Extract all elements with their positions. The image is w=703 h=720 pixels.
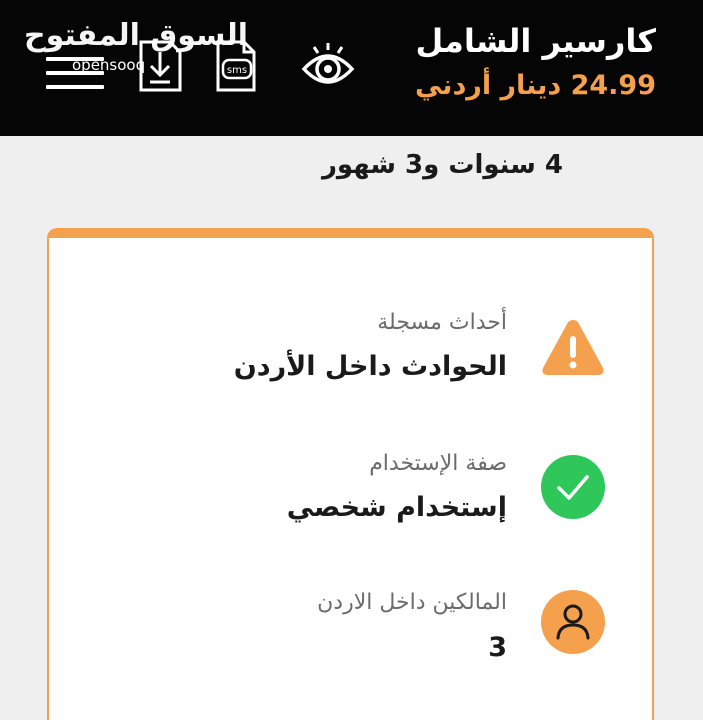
row-value: 3 [488,632,507,663]
page-title: كارسير الشامل [415,22,656,60]
sms-icon-text: sms [227,65,247,76]
row-value: إستخدام شخصي [286,492,507,523]
list-item-usage: صفة الإستخدام إستخدام شخصي [49,438,652,538]
top-bar: كارسير الشامل 24.99 دينار أردني sms السو… [0,0,703,136]
check-circle-icon [540,454,606,520]
list-item-accidents: أحداث مسجلة الحوادث داخل الأردن [49,300,652,400]
row-label: أحداث مسجلة [377,310,507,335]
price-label: 24.99 دينار أردني [414,70,656,101]
watermark-brand-ar: السوق المفتوح [24,18,249,53]
warning-icon [540,316,606,382]
person-icon [540,589,606,655]
row-label: صفة الإستخدام [369,451,507,476]
report-page: كارسير الشامل 24.99 دينار أردني sms السو… [0,0,703,720]
row-value: الحوادث داخل الأردن [233,351,507,382]
eye-icon[interactable] [296,40,360,90]
report-details-card: أحداث مسجلة الحوادث داخل الأردن صفة الإس… [47,228,654,720]
row-label: المالكين داخل الاردن [317,590,507,615]
list-item-owners: المالكين داخل الاردن 3 [49,578,652,678]
watermark-brand-en: opensooq [72,56,146,74]
ownership-duration: 4 سنوات و3 شهور [321,150,563,180]
